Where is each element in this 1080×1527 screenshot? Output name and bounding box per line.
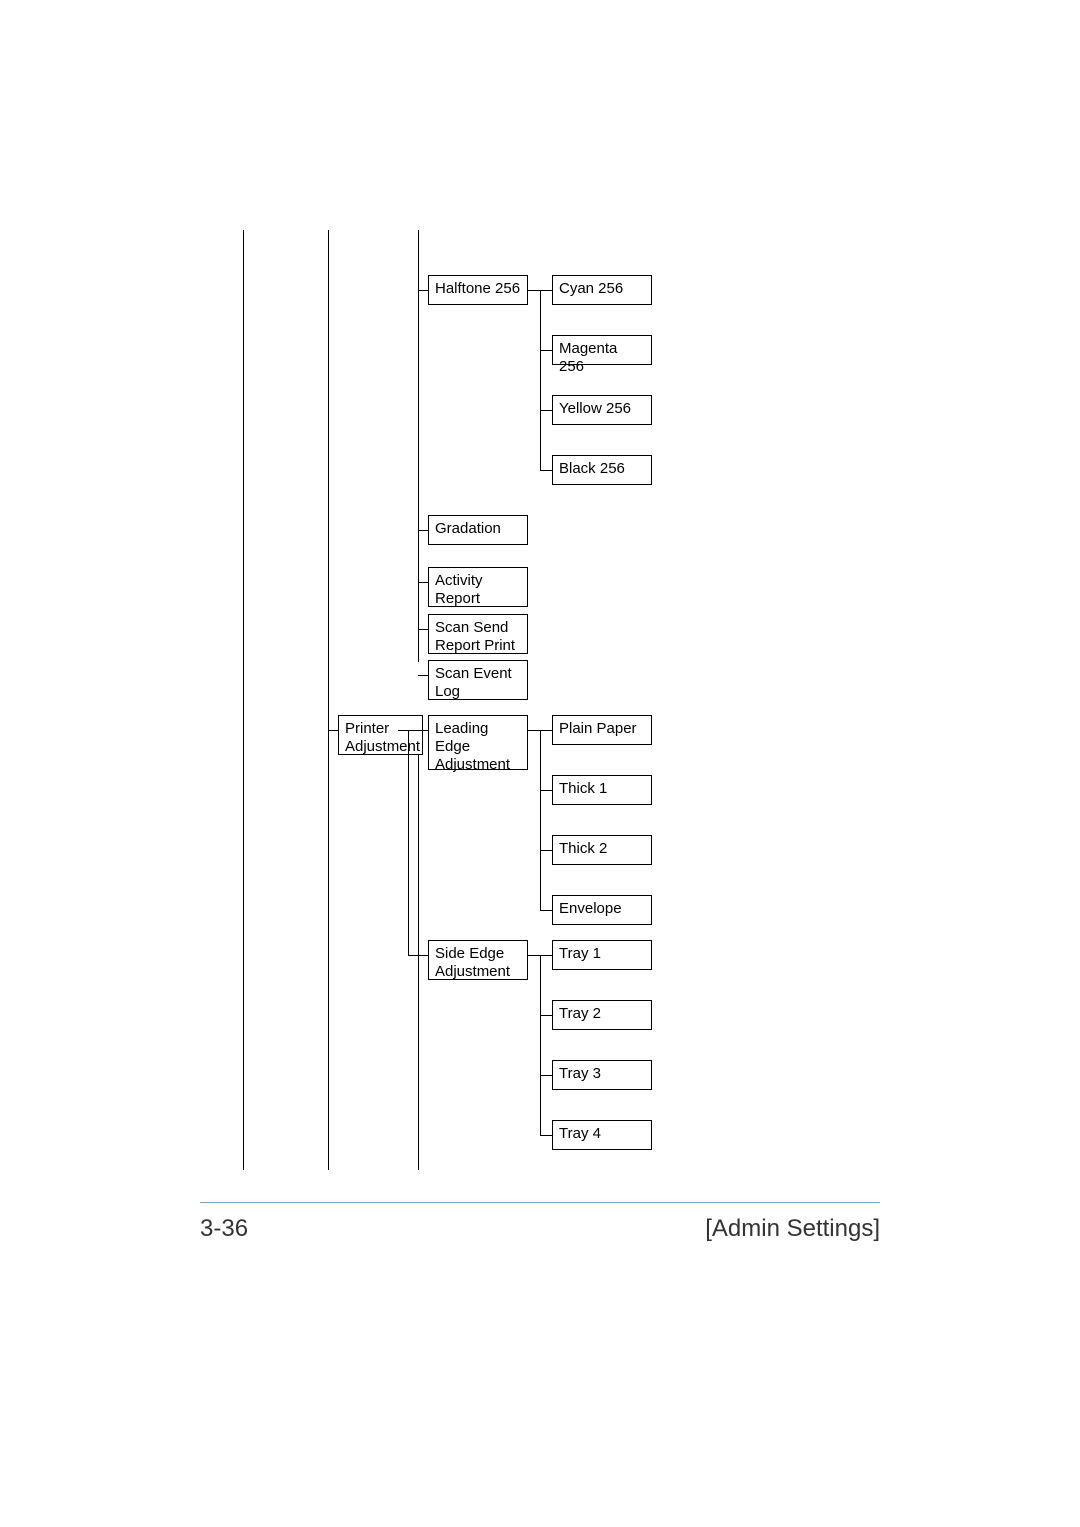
node-gradation: Gradation <box>428 515 528 545</box>
conn-scansend <box>418 629 428 630</box>
node-tray-4: Tray 4 <box>552 1120 652 1150</box>
conn-gradation <box>418 530 428 531</box>
conn-tray3 <box>540 1075 552 1076</box>
node-tray-2: Tray 2 <box>552 1000 652 1030</box>
trunk-col3-lower <box>418 715 419 1170</box>
node-leading-edge-adjustment: Leading Edge Adjustment <box>428 715 528 770</box>
footer-divider <box>200 1202 880 1203</box>
conn-thick1 <box>540 790 552 791</box>
trunk-side-children <box>540 955 541 1135</box>
node-magenta-256: Magenta 256 <box>552 335 652 365</box>
section-title: [Admin Settings] <box>705 1215 880 1243</box>
conn-printer-left <box>328 730 338 731</box>
trunk-leading-children <box>540 730 541 910</box>
node-plain-paper: Plain Paper <box>552 715 652 745</box>
conn-tray2 <box>540 1015 552 1016</box>
node-thick-2: Thick 2 <box>552 835 652 865</box>
trunk-col3-upper <box>418 230 419 662</box>
node-halftone-256: Halftone 256 <box>428 275 528 305</box>
conn-leading-left2 <box>418 730 428 731</box>
conn-halftone-left <box>418 290 428 291</box>
conn-thick2 <box>540 850 552 851</box>
conn-tray4 <box>540 1135 552 1136</box>
node-thick-1: Thick 1 <box>552 775 652 805</box>
conn-side-right <box>528 955 540 956</box>
node-black-256: Black 256 <box>552 455 652 485</box>
conn-yellow <box>540 410 552 411</box>
conn-tray1 <box>540 955 552 956</box>
conn-cyan <box>540 290 552 291</box>
node-tray-3: Tray 3 <box>552 1060 652 1090</box>
node-envelope: Envelope <box>552 895 652 925</box>
node-tray-1: Tray 1 <box>552 940 652 970</box>
trunk-col1 <box>243 230 244 1170</box>
node-scan-send-report-print: Scan Send Report Print <box>428 614 528 654</box>
conn-halftone-right <box>528 290 540 291</box>
node-printer-adjustment: Printer Adjustment <box>338 715 423 755</box>
conn-printer-right <box>398 730 408 731</box>
node-side-edge-adjustment: Side Edge Adjustment <box>428 940 528 980</box>
page-canvas: Halftone 256 Cyan 256 Magenta 256 Yellow… <box>0 0 1080 1527</box>
node-yellow-256: Yellow 256 <box>552 395 652 425</box>
trunk-printer-inner <box>408 730 409 900</box>
trunk-col2 <box>328 230 329 1170</box>
node-cyan-256: Cyan 256 <box>552 275 652 305</box>
conn-activity <box>418 582 428 583</box>
conn-plain <box>540 730 552 731</box>
conn-scanevent <box>418 675 428 676</box>
trunk-cmyk <box>540 290 541 470</box>
conn-black <box>540 470 552 471</box>
page-number: 3-36 <box>200 1215 248 1243</box>
conn-magenta <box>540 350 552 351</box>
trunk-printer-inner-ext <box>408 900 409 955</box>
node-scan-event-log: Scan Event Log <box>428 660 528 700</box>
conn-side-left2 <box>418 955 428 956</box>
conn-envelope <box>540 910 552 911</box>
conn-leading-left1 <box>408 730 418 731</box>
conn-side-left1 <box>408 955 418 956</box>
conn-leading-right <box>528 730 540 731</box>
node-activity-report: Activity Report <box>428 567 528 607</box>
